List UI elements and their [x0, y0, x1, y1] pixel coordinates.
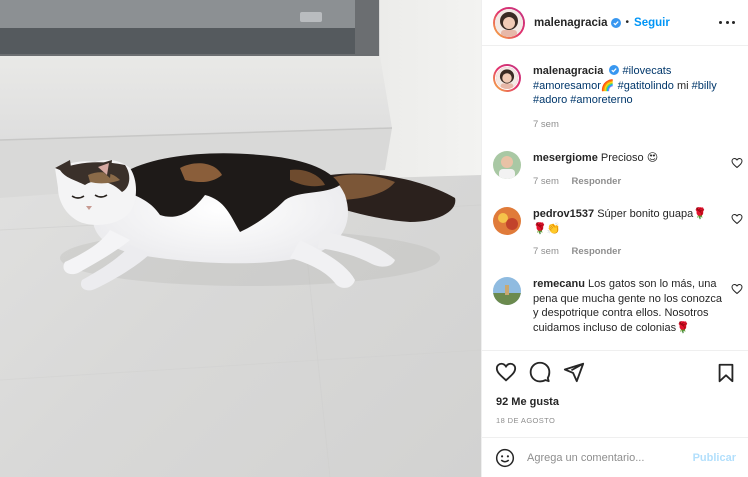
comment-meta: 7 sem Responder — [533, 245, 723, 260]
comment-like-heart-icon[interactable] — [731, 157, 743, 169]
comments-scroll-area[interactable]: malenagracia #ilovecats #amoresamor🌈 #ga… — [482, 47, 748, 349]
comment-time[interactable]: 7 sem — [533, 176, 559, 187]
hashtag-billy[interactable]: #billy — [692, 80, 717, 92]
caption-username[interactable]: malenagracia — [533, 65, 603, 77]
comment-username[interactable]: pedrov1537 — [533, 208, 594, 220]
header-separator: • — [625, 17, 630, 28]
comment-like-heart-icon[interactable] — [731, 213, 743, 225]
comment-meta: 7 sem Responder — [533, 175, 723, 190]
comment-username[interactable]: mesergiome — [533, 152, 598, 164]
comment-text: Súper bonito guapa🌹 — [597, 208, 707, 220]
comment-username[interactable]: remecanu — [533, 278, 585, 290]
verified-icon — [609, 65, 620, 75]
caption-avatar[interactable] — [493, 64, 521, 92]
save-icon[interactable] — [715, 362, 737, 384]
more-options-icon[interactable] — [719, 16, 735, 28]
comment-input[interactable] — [527, 451, 677, 464]
verified-icon — [610, 17, 621, 28]
rainbow-emoji: 🌈 — [600, 79, 615, 92]
hashtag-ilovecats[interactable]: #ilovecats — [622, 65, 671, 77]
comment-time[interactable]: 7 sem — [533, 246, 559, 257]
post-side-panel: malenagracia • Seguir malenagracia #ilov… — [481, 0, 748, 477]
comment-body: mesergiome Precioso 😍 7 sem Responder — [533, 151, 723, 189]
post-photo[interactable] — [0, 0, 481, 477]
follow-button[interactable]: Seguir — [634, 17, 670, 29]
cat-photo-image — [0, 0, 481, 477]
add-comment-bar: Publicar — [482, 437, 748, 477]
emoji-icon[interactable] — [495, 448, 515, 468]
comment-body: remecanu Los gatos son lo más, una pena … — [533, 277, 723, 335]
hashtag-gatitolindo[interactable]: #gatitolindo — [618, 80, 674, 92]
avatar-photo — [495, 8, 523, 37]
share-icon[interactable] — [563, 361, 585, 383]
heart-icon[interactable] — [495, 361, 517, 383]
comment-icon[interactable] — [529, 361, 551, 383]
caption-time[interactable]: 7 sem — [533, 119, 559, 130]
post-actions: 92 Me gusta 18 DE AGOSTO — [482, 350, 748, 437]
likes-count[interactable]: 92 Me gusta — [496, 396, 559, 408]
reply-button[interactable]: Responder — [572, 176, 622, 187]
comment-avatar[interactable] — [493, 207, 521, 235]
comment-text: Precioso 😍 — [600, 152, 659, 164]
comment-body: pedrov1537 Súper bonito guapa🌹 🌹👏 7 sem … — [533, 207, 723, 260]
comment-text-line2: 🌹👏 — [533, 222, 561, 235]
post-header: malenagracia • Seguir — [482, 0, 748, 46]
caption-body: malenagracia #ilovecats #amoresamor🌈 #ga… — [533, 64, 723, 132]
comment-avatar[interactable] — [493, 151, 521, 179]
reply-button[interactable]: Responder — [572, 246, 622, 257]
author-username[interactable]: malenagracia — [534, 17, 608, 29]
post-date[interactable]: 18 DE AGOSTO — [496, 416, 555, 425]
comment-avatar[interactable] — [493, 277, 521, 305]
author-avatar[interactable] — [493, 6, 525, 39]
caption-word-mi: mi — [676, 79, 689, 92]
hashtag-adoro-amoreterno[interactable]: #adoro #amoreterno — [533, 94, 633, 106]
hashtag-amoresamor[interactable]: #amoresamor — [533, 80, 601, 92]
instagram-post-viewer: malenagracia • Seguir malenagracia #ilov… — [0, 0, 748, 477]
caption-meta: 7 sem — [533, 118, 723, 133]
comment-like-heart-icon[interactable] — [731, 283, 743, 295]
publish-button[interactable]: Publicar — [693, 452, 736, 464]
